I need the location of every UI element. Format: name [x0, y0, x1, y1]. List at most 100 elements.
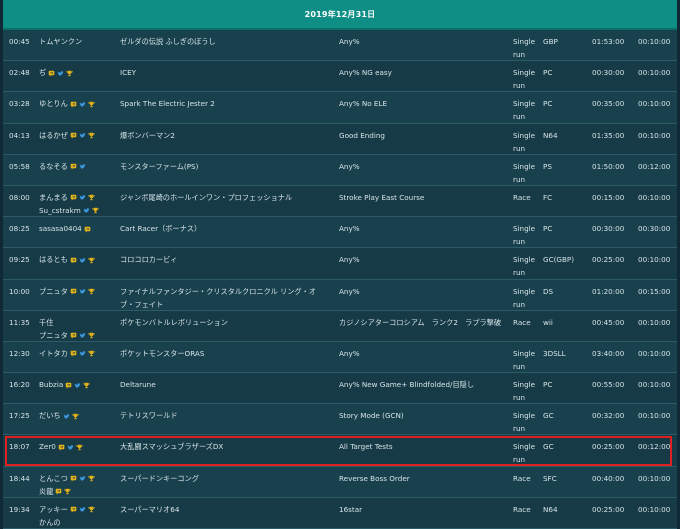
trophy-icon[interactable]	[88, 332, 95, 339]
cell-game: 大乱闘スマッシュブラザーズDX	[120, 442, 224, 452]
runner-entry: はるかぜ	[39, 129, 117, 142]
twitch-icon[interactable]	[84, 226, 91, 233]
cell-estimate: 03:40:00	[592, 348, 625, 358]
runner-entry: アッキー	[39, 503, 117, 516]
cell-platform: GC	[543, 411, 554, 421]
cell-type: Single run	[513, 411, 536, 434]
runner-name: 炎龍	[39, 486, 54, 496]
cell-type: Single run	[513, 99, 536, 122]
twitch-icon[interactable]	[65, 382, 72, 389]
runner-entry: Su_cstrakm	[39, 204, 117, 217]
twitter-icon[interactable]	[67, 444, 74, 451]
cell-category: カジノシアターコロシアム ランク2 ラプラ撃破	[339, 317, 502, 327]
cell-category: Any%	[339, 161, 360, 171]
trophy-icon[interactable]	[92, 207, 99, 214]
cell-runners: ぢ	[39, 66, 117, 79]
date-title: 2019年12月31日	[304, 9, 376, 19]
cell-setup: 00:10:00	[638, 99, 671, 109]
twitch-icon[interactable]	[70, 101, 77, 108]
cell-runners: sasasa0404	[39, 222, 117, 235]
schedule-row: 19:34 スーパーマリオ64 16star Race N64 00:25:00 00:10…	[3, 497, 677, 529]
twitch-icon[interactable]	[48, 70, 55, 77]
cell-estimate: 01:50:00	[592, 161, 625, 171]
schedule-row: 09:25 コロコロカービィ Any% Single run GC(GBP) 00:25:…	[3, 248, 677, 280]
twitch-icon[interactable]	[70, 350, 77, 358]
twitter-icon[interactable]	[79, 332, 86, 339]
cell-platform: GC	[543, 442, 554, 452]
cell-type: Single run	[513, 37, 536, 59]
twitter-icon[interactable]	[63, 413, 70, 420]
twitter-icon[interactable]	[79, 506, 86, 513]
cell-type: Race	[513, 192, 531, 202]
cell-setup: 00:10:00	[638, 130, 671, 140]
trophy-icon[interactable]	[71, 413, 79, 420]
cell-game: ファイナルファンタジー・クリスタルクロニクル リング・オブ・フェイト	[120, 286, 316, 309]
cell-runners: はるとも	[39, 253, 117, 266]
runner-name: イトタカ	[39, 348, 68, 358]
schedule-row: 16:20 Deltarune Any% New Game+ Blindfolded…	[3, 373, 677, 405]
runner-entry: かんの	[39, 516, 117, 529]
cell-category: Any%	[339, 255, 360, 265]
cell-category: Any%	[339, 286, 360, 296]
cell-time: 02:48	[9, 68, 30, 78]
twitch-icon[interactable]	[70, 257, 77, 264]
runner-entry: とんこつ	[39, 472, 117, 485]
twitch-icon[interactable]	[58, 444, 65, 451]
runner-entry: るなそる	[39, 160, 117, 173]
twitter-icon[interactable]	[79, 194, 86, 201]
twitter-icon[interactable]	[79, 475, 86, 482]
twitter-icon[interactable]	[74, 382, 81, 389]
runner-entry: イトタカ	[39, 347, 117, 360]
twitch-icon[interactable]	[55, 488, 62, 495]
trophy-icon[interactable]	[88, 506, 95, 513]
twitch-icon[interactable]	[70, 194, 77, 202]
cell-platform: DS	[543, 286, 554, 296]
twitter-icon[interactable]	[83, 207, 90, 214]
cell-time: 08:00	[9, 192, 30, 202]
runner-entry: Bubzia	[39, 378, 117, 391]
twitter-icon[interactable]	[79, 350, 86, 357]
trophy-icon[interactable]	[76, 444, 83, 451]
runner-name: sasasa0404	[39, 224, 82, 234]
cell-category: Any% New Game+ Blindfolded/目隠し	[339, 380, 475, 390]
twitter-icon[interactable]	[79, 101, 86, 108]
date-header: 2019年12月31日	[3, 0, 677, 30]
cell-runners: アッキー かんの	[39, 503, 117, 529]
trophy-icon[interactable]	[88, 475, 95, 482]
twitter-icon[interactable]	[79, 132, 86, 139]
runner-entry: トムヤンクン	[39, 35, 117, 48]
trophy-icon[interactable]	[88, 350, 95, 357]
runner-name: はるとも	[39, 255, 68, 265]
twitch-icon[interactable]	[70, 475, 77, 482]
trophy-icon[interactable]	[88, 288, 95, 295]
runner-name: とんこつ	[39, 473, 68, 483]
cell-time: 12:30	[9, 348, 30, 358]
twitch-icon[interactable]	[70, 288, 77, 295]
trophy-icon[interactable]	[83, 382, 90, 389]
trophy-icon[interactable]	[88, 194, 95, 201]
cell-time: 18:44	[9, 473, 30, 483]
runner-entry: はるとも	[39, 253, 117, 266]
trophy-icon[interactable]	[66, 70, 73, 77]
trophy-icon[interactable]	[88, 101, 95, 108]
trophy-icon[interactable]	[88, 132, 95, 139]
twitter-icon[interactable]	[79, 257, 86, 264]
runner-name: かんの	[39, 517, 61, 527]
twitch-icon[interactable]	[70, 506, 77, 513]
twitch-icon[interactable]	[70, 332, 77, 339]
cell-time: 05:58	[9, 161, 30, 171]
cell-time: 11:35	[9, 317, 30, 327]
cell-runners: イトタカ	[39, 347, 117, 360]
cell-time: 08:25	[9, 224, 30, 234]
twitter-icon[interactable]	[79, 288, 86, 295]
cell-setup: 00:10:00	[638, 192, 671, 202]
trophy-icon[interactable]	[64, 488, 71, 495]
runner-entry: ゆとりん	[39, 97, 117, 110]
runner-entry: 炎龍	[39, 485, 117, 498]
schedule-panel: 2019年12月31日 00:45 ゼルダの伝説 ふしぎのぼうし Any% Singl…	[3, 0, 677, 529]
twitter-icon[interactable]	[79, 163, 86, 170]
twitch-icon[interactable]	[70, 132, 77, 139]
twitter-icon[interactable]	[57, 70, 64, 77]
trophy-icon[interactable]	[88, 257, 95, 264]
twitch-icon[interactable]	[70, 163, 77, 170]
